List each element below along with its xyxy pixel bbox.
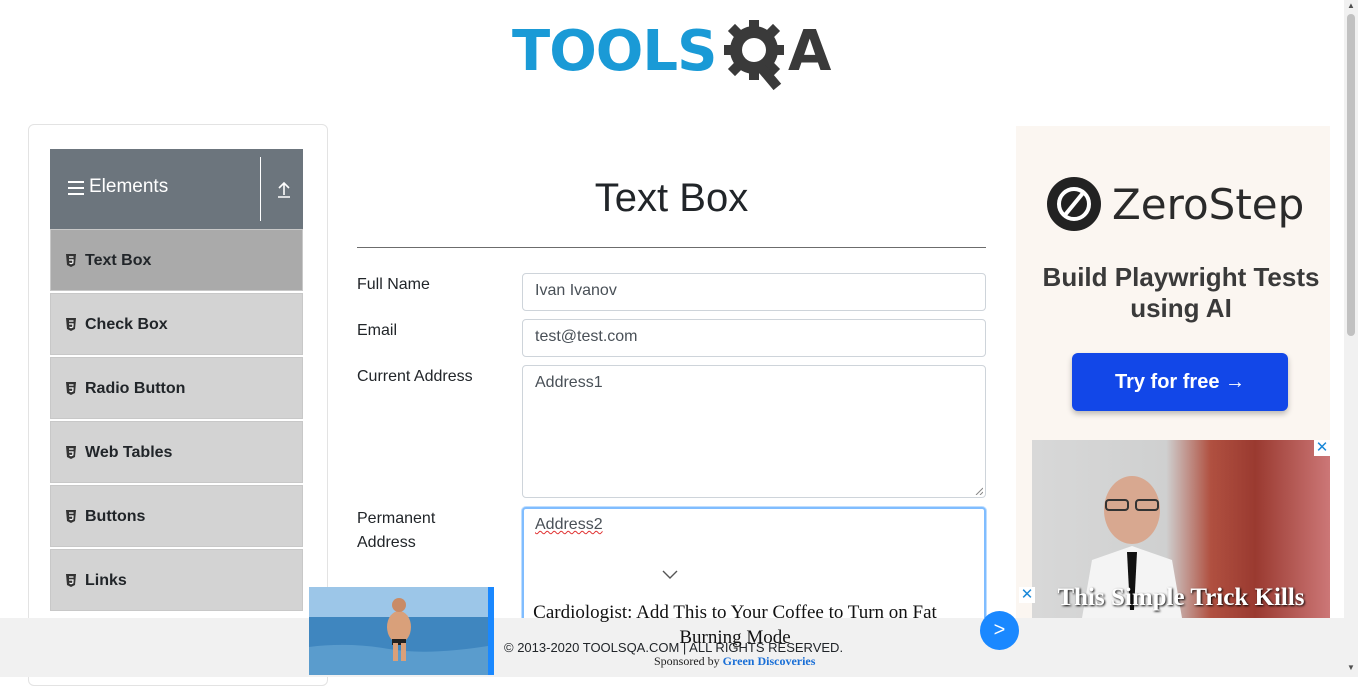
- sidebar-item-buttons[interactable]: Buttons: [50, 485, 303, 547]
- ad-bottom-headline[interactable]: Cardiologist: Add This to Your Coffee to…: [522, 600, 948, 650]
- sidebar-item-label: Buttons: [85, 508, 146, 525]
- sidebar-item-text-box[interactable]: Text Box: [50, 229, 303, 291]
- full-name-input[interactable]: Ivan Ivanov: [522, 273, 986, 311]
- email-label: Email: [357, 322, 398, 339]
- html5-icon: [66, 574, 76, 587]
- sidebar-item-links[interactable]: Links: [50, 549, 303, 611]
- sidebar-item-label: Links: [85, 572, 127, 589]
- full-name-label: Full Name: [357, 276, 430, 293]
- sidebar-item-label: Text Box: [85, 252, 152, 269]
- html5-icon: [66, 382, 76, 395]
- sidebar-item-label: Web Tables: [85, 444, 173, 461]
- html5-icon: [66, 318, 76, 331]
- logo-text: TOOLS: [512, 19, 717, 84]
- close-icon[interactable]: ✕: [1314, 440, 1330, 456]
- sidebar-item-radio-button[interactable]: Radio Button: [50, 357, 303, 419]
- permanent-address-label: Permanent Address: [357, 510, 436, 551]
- zerostep-logo-icon: [1047, 177, 1101, 231]
- sidebar-group-elements[interactable]: Elements: [50, 149, 303, 229]
- html5-icon: [66, 446, 76, 459]
- scroll-up-arrow-icon[interactable]: ▲: [1345, 1, 1357, 13]
- ad-brand-name: ZeroStep: [1112, 180, 1305, 229]
- sidebar-item-web-tables[interactable]: Web Tables: [50, 421, 303, 483]
- sidebar-item-label: Check Box: [85, 316, 168, 333]
- hamburger-icon: [68, 181, 84, 195]
- sponsor-prefix: Sponsored by: [654, 654, 720, 668]
- sidebar-item-label: Radio Button: [85, 380, 186, 397]
- permanent-address-value: Address2: [535, 516, 603, 533]
- ad-cta-button[interactable]: Try for free →: [1072, 353, 1288, 411]
- page-title: Text Box: [594, 176, 749, 220]
- gear-magnifier-icon: [724, 20, 784, 91]
- sponsor-name[interactable]: Green Discoveries: [723, 654, 816, 668]
- ad-bottom-image[interactable]: [309, 587, 494, 675]
- email-input[interactable]: test@test.com: [522, 319, 986, 357]
- chevron-down-icon[interactable]: [662, 570, 678, 580]
- header-divider: [260, 157, 261, 221]
- ad-beach-image: [309, 587, 494, 675]
- current-address-label: Current Address: [357, 368, 473, 385]
- current-address-textarea[interactable]: Address1: [522, 365, 986, 498]
- ad-bottom-sponsor: Sponsored by Green Discoveries: [654, 654, 815, 669]
- ad-next-button[interactable]: >: [980, 611, 1019, 650]
- resize-grip-icon[interactable]: [975, 487, 983, 495]
- title-divider: [357, 247, 986, 248]
- close-icon[interactable]: ✕: [1019, 587, 1035, 603]
- html5-icon: [66, 510, 76, 523]
- full-name-value: Ivan Ivanov: [535, 282, 617, 299]
- ad-accent-bar: [488, 587, 494, 675]
- sidebar-menu: Text Box Check Box Radio Button Web Tabl…: [50, 229, 303, 613]
- ad-headline: Build Playwright Tests using AI: [1042, 262, 1320, 323]
- sidebar-item-check-box[interactable]: Check Box: [50, 293, 303, 355]
- scroll-down-arrow-icon[interactable]: ▼: [1345, 663, 1357, 675]
- toolsqa-logo[interactable]: TOOLS A: [512, 16, 836, 92]
- ad-image[interactable]: This Simple Trick Kills: [1032, 440, 1330, 618]
- current-address-value: Address1: [535, 374, 603, 391]
- email-value: test@test.com: [535, 328, 638, 345]
- logo-text-end: A: [788, 19, 832, 84]
- ad-image-caption: This Simple Trick Kills: [1057, 584, 1305, 611]
- sidebar-group-title: Elements: [89, 176, 169, 197]
- html5-icon: [66, 254, 76, 267]
- scrollbar-thumb[interactable]: [1347, 14, 1355, 336]
- collapse-up-icon[interactable]: [276, 179, 292, 199]
